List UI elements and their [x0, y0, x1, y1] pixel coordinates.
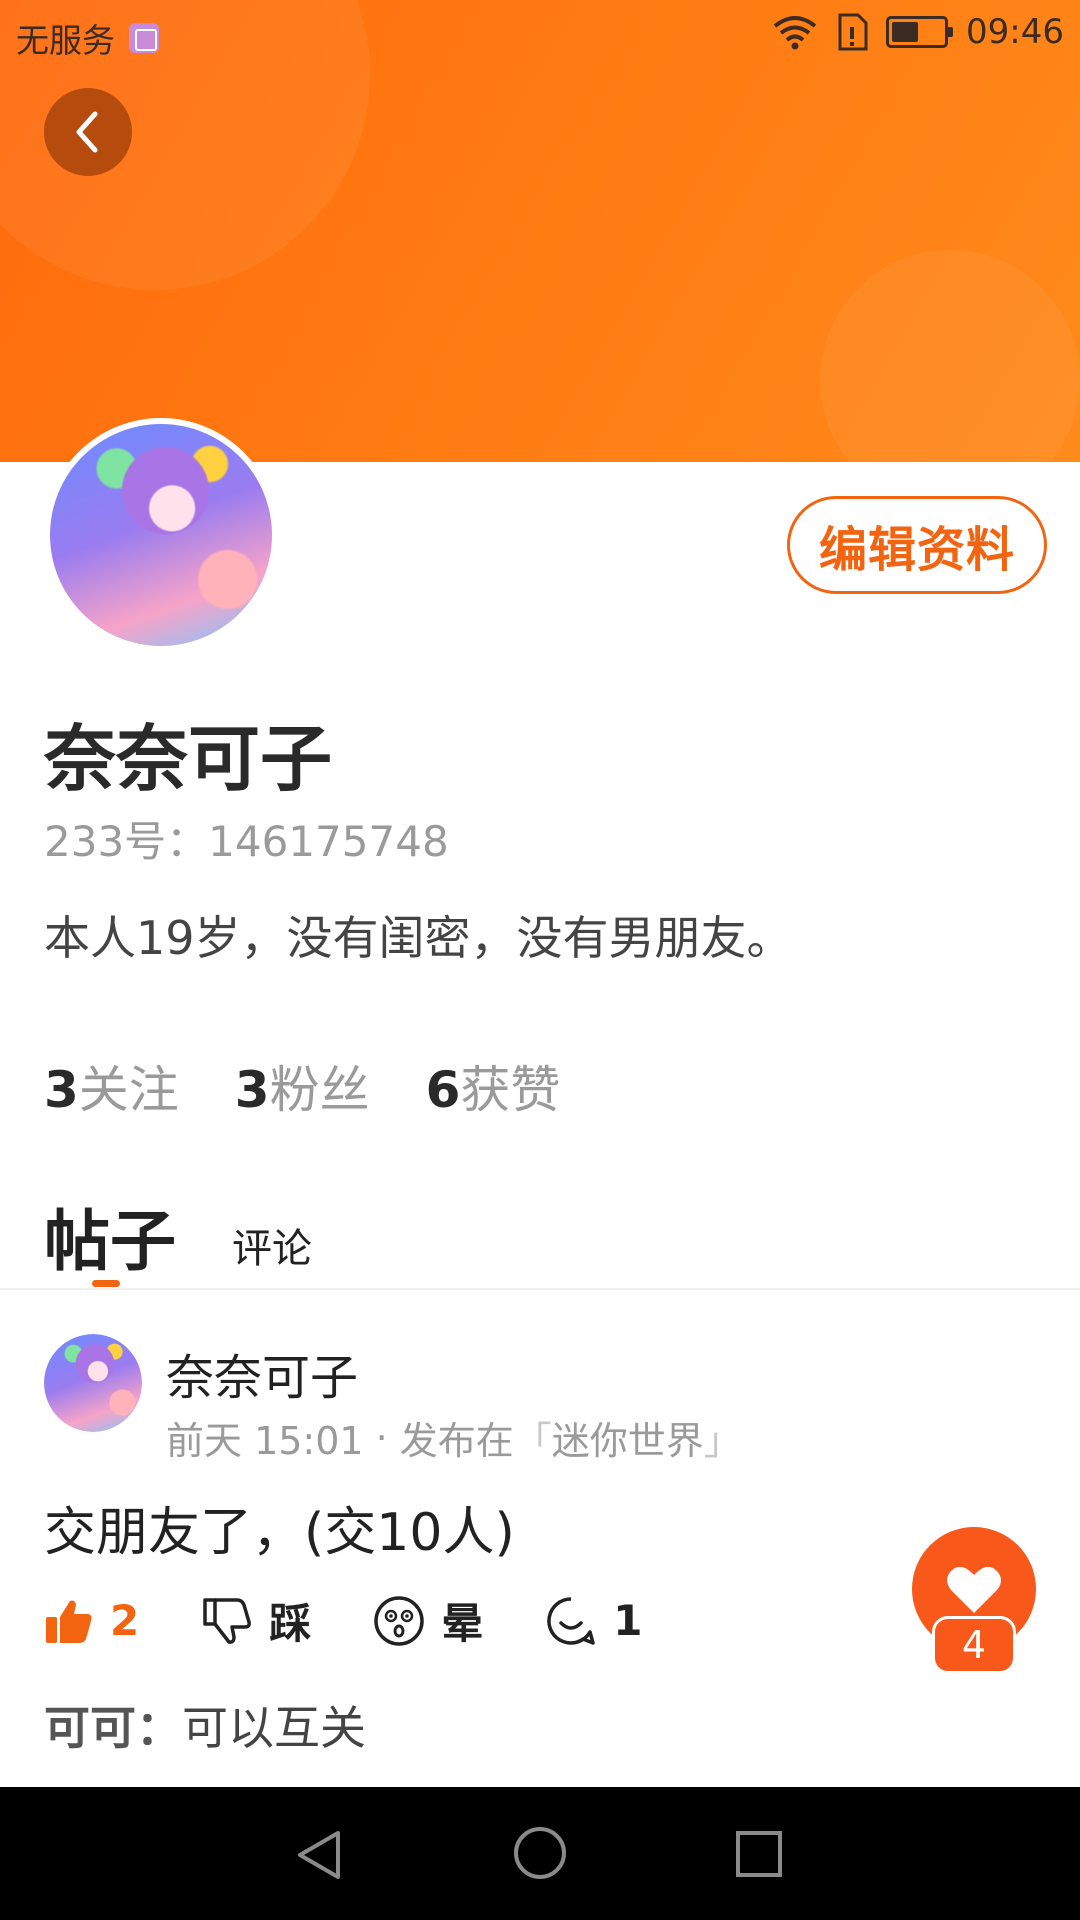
avatar-image: [44, 1334, 142, 1432]
following-stat[interactable]: 3 关注: [44, 1050, 179, 1122]
status-bar-left: 无服务: [16, 14, 159, 62]
meta-separator: ·: [375, 1415, 388, 1460]
nav-back-icon[interactable]: [292, 1827, 348, 1883]
post-forum[interactable]: 迷你世界: [552, 1410, 704, 1465]
image-icon: [129, 23, 159, 53]
chevron-left-icon: [76, 111, 98, 153]
like-button[interactable]: 2: [44, 1596, 139, 1645]
fab-count-badge: 4: [932, 1616, 1016, 1674]
status-bar: 无服务 09:46: [0, 0, 1080, 68]
dizzy-button[interactable]: 晕: [373, 1590, 483, 1651]
post-author-avatar[interactable]: [44, 1334, 142, 1432]
comment-bubble-icon: [547, 1596, 596, 1645]
comment-count: 1: [613, 1596, 643, 1645]
profile-header-background: [0, 0, 1080, 462]
followers-stat[interactable]: 3 粉丝: [235, 1050, 370, 1122]
system-navigation-bar: [0, 1787, 1080, 1920]
battery-icon: [886, 16, 954, 48]
carrier-label: 无服务: [16, 21, 115, 60]
post-author-name[interactable]: 奈奈可子: [166, 1338, 358, 1408]
heart-icon: [947, 1566, 1001, 1613]
comment-text: 可以互关: [182, 1701, 366, 1755]
tab-posts[interactable]: 帖子: [44, 1188, 176, 1284]
bracket-close: 」: [703, 1419, 742, 1463]
profile-nickname: 奈奈可子: [44, 717, 333, 801]
comment-user: 可可：: [44, 1701, 182, 1755]
dizzy-face-icon: [374, 1595, 424, 1646]
profile-avatar[interactable]: [44, 418, 278, 652]
published-in-label: 发布在: [399, 1419, 514, 1463]
profile-stats: 3 关注 3 粉丝 6 获赞: [44, 1050, 560, 1122]
following-label: 关注: [78, 1061, 179, 1119]
avatar-image: [50, 424, 272, 646]
clock: 09:46: [966, 12, 1064, 52]
user-id: 233号：146175748: [44, 817, 449, 866]
nav-home-icon[interactable]: [512, 1825, 568, 1881]
post-actions: 2 踩 晕 1: [44, 1590, 705, 1651]
sim-icon: [838, 13, 868, 51]
post-time: 前天 15:01: [166, 1419, 364, 1463]
likes-stat[interactable]: 6 获赞: [426, 1050, 561, 1122]
dislike-button[interactable]: 踩: [201, 1590, 311, 1651]
likes-received-label: 获赞: [460, 1061, 561, 1119]
post-meta: 前天 15:01 · 发布在 「 迷你世界 」: [166, 1410, 742, 1465]
content-tabs: 帖子 评论: [44, 1188, 312, 1284]
followers-label: 粉丝: [269, 1061, 370, 1119]
dizzy-label: 晕: [441, 1599, 484, 1648]
followers-count: 3: [234, 1061, 270, 1119]
nav-recent-apps-icon[interactable]: [734, 1829, 784, 1879]
profile-bio: 本人19岁，没有闺密，没有男朋友。: [44, 911, 793, 965]
bracket-open: 「: [513, 1419, 552, 1463]
comment-button[interactable]: 1: [545, 1595, 643, 1647]
thumbs-up-icon: [46, 1600, 92, 1643]
tab-comments[interactable]: 评论: [232, 1216, 312, 1284]
following-count: 3: [44, 1061, 79, 1119]
post-text[interactable]: 交朋友了，(交10人): [44, 1490, 515, 1565]
thumbs-down-icon: [203, 1597, 252, 1644]
likes-received-count: 6: [425, 1061, 461, 1119]
like-count: 2: [110, 1596, 140, 1645]
wifi-icon: [773, 16, 817, 50]
edit-profile-button[interactable]: 编辑资料: [787, 496, 1047, 594]
status-bar-right: 09:46: [772, 12, 1064, 52]
dislike-label: 踩: [269, 1599, 312, 1648]
active-tab-indicator: [92, 1280, 120, 1287]
comment-preview[interactable]: 可可：可以互关: [44, 1692, 366, 1758]
tabs-divider: [0, 1288, 1080, 1290]
back-button[interactable]: [44, 88, 132, 176]
header-decoration: [820, 250, 1080, 462]
